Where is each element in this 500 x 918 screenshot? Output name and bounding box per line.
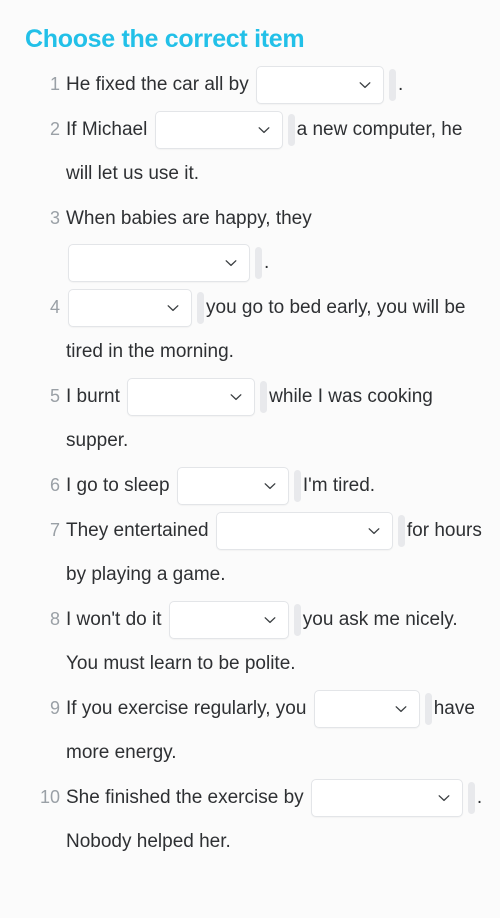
question-number: 9 [49, 698, 60, 719]
question-number: 10 [39, 787, 60, 808]
question-line: 8I won't do it you ask me nicely. You mu… [0, 597, 500, 686]
dropdown-shadow-bar [388, 68, 396, 101]
chevron-down-icon [357, 77, 373, 93]
question-line: 6 I go to sleep I'm tired. [0, 463, 500, 508]
question-text-before: When babies are happy, they [66, 208, 312, 229]
question-number: 3 [49, 208, 60, 228]
answer-dropdown[interactable] [68, 288, 192, 327]
chevron-down-icon [366, 523, 382, 539]
answer-dropdown[interactable] [255, 65, 384, 104]
question-number: 1 [49, 74, 60, 94]
question-list: 1 He fixed the car all by . 2 If Michael a … [0, 62, 500, 864]
answer-dropdown-wrapper [168, 598, 289, 642]
question-line: 3 When babies are happy, they . [0, 196, 500, 285]
chevron-down-icon [436, 790, 452, 806]
dropdown-shadow-bar [260, 381, 268, 413]
dropdown-shadow-bar [397, 515, 405, 547]
answer-dropdown[interactable] [215, 511, 393, 550]
page-title: Choose the correct item [25, 24, 305, 53]
question-text-before: I burnt [66, 386, 120, 408]
answer-dropdown-wrapper [127, 375, 256, 419]
question-line: 5I burnt while I was cooking supper. [0, 374, 500, 463]
question-text-after: . [264, 252, 270, 274]
answer-dropdown[interactable] [154, 110, 283, 149]
dropdown-shadow-bar [293, 604, 301, 636]
chevron-down-icon [228, 389, 244, 405]
dropdown-shadow-bar [467, 782, 475, 814]
answer-dropdown[interactable] [313, 689, 420, 728]
question-text-before: He fixed the car all by [66, 74, 249, 95]
dropdown-shadow-bar [197, 292, 204, 324]
answer-dropdown-wrapper [176, 464, 289, 508]
question-item: 7 They entertained for hours by playing a… [0, 508, 500, 597]
dropdown-shadow-bar [255, 247, 262, 279]
question-text-after: I'm tired. [302, 475, 376, 497]
question-line: 4 you go to bed early, you will be tired … [0, 285, 500, 374]
chevron-down-icon [393, 701, 409, 717]
answer-dropdown-wrapper [68, 241, 250, 285]
answer-dropdown-wrapper [313, 687, 420, 731]
chevron-down-icon [262, 478, 278, 494]
chevron-down-icon [223, 255, 239, 271]
chevron-down-icon [165, 300, 181, 316]
answer-dropdown-wrapper [68, 286, 192, 330]
question-text-before: If Michael [66, 119, 148, 140]
question-number: 2 [49, 119, 60, 139]
question-line: 10 She finished the exercise by . Nobody … [0, 775, 500, 864]
answer-dropdown-wrapper [255, 63, 384, 107]
question-text-before: They entertained [66, 520, 209, 542]
question-text-after: . [397, 74, 404, 95]
question-number: 8 [49, 609, 60, 630]
answer-dropdown[interactable] [176, 466, 289, 505]
answer-dropdown-wrapper [215, 509, 393, 553]
chevron-down-icon [262, 612, 278, 628]
question-item: 6 I go to sleep I'm tired. [0, 463, 500, 508]
question-item: 4 you go to bed early, you will be tired … [0, 285, 500, 374]
question-item: 5I burnt while I was cooking supper. [0, 374, 500, 463]
question-line: 7 They entertained for hours by playing a… [0, 508, 500, 597]
question-item: 2 If Michael a new computer, he will let … [0, 107, 500, 196]
question-item: 3 When babies are happy, they . [0, 196, 500, 285]
question-item: 8I won't do it you ask me nicely. You mu… [0, 597, 500, 686]
answer-dropdown[interactable] [168, 600, 289, 639]
question-item: 9 If you exercise regularly, you have mor… [0, 686, 500, 775]
question-number: 5 [49, 386, 60, 407]
question-text-before: I go to sleep [66, 475, 170, 497]
question-item: 10 She finished the exercise by . Nobody … [0, 775, 500, 864]
answer-dropdown[interactable] [68, 243, 250, 282]
answer-dropdown-wrapper [310, 776, 463, 820]
question-number: 6 [49, 475, 60, 496]
question-text-before: If you exercise regularly, you [66, 698, 307, 720]
question-text-before: She finished the exercise by [66, 787, 304, 809]
question-item: 1 He fixed the car all by . [0, 62, 500, 107]
dropdown-shadow-bar [293, 470, 301, 502]
question-line: 2 If Michael a new computer, he will let … [0, 107, 500, 196]
question-number: 7 [49, 520, 60, 541]
question-line: 1 He fixed the car all by . [0, 62, 500, 107]
question-line: 9 If you exercise regularly, you have mor… [0, 686, 500, 775]
dropdown-shadow-bar [424, 693, 432, 725]
chevron-down-icon [256, 122, 272, 138]
dropdown-shadow-bar [287, 113, 295, 146]
answer-dropdown[interactable] [127, 377, 256, 416]
answer-dropdown[interactable] [310, 778, 463, 817]
question-number: 4 [49, 297, 60, 318]
answer-dropdown-wrapper [154, 108, 283, 152]
question-text-before: I won't do it [66, 609, 162, 631]
